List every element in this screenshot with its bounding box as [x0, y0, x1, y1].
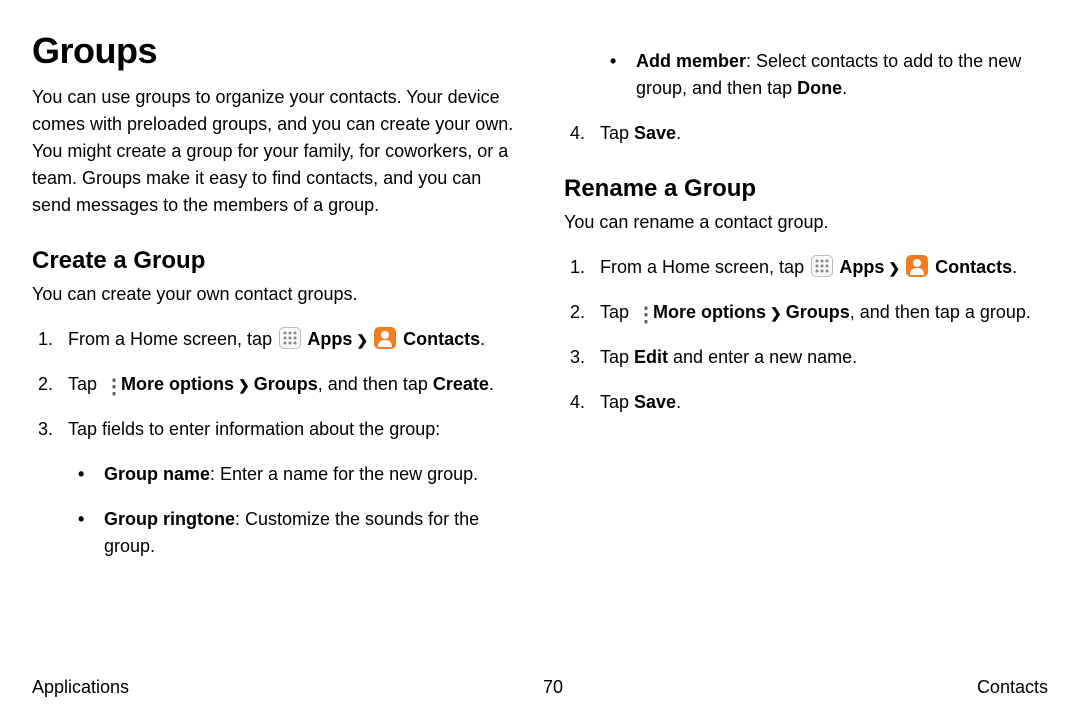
right-column: Add member: Select contacts to add to th… — [564, 30, 1048, 560]
bullet-group-ringtone: Group ringtone: Customize the sounds for… — [68, 506, 516, 560]
bullet-text: : Enter a name for the new group. — [210, 464, 478, 484]
more-options-icon — [636, 302, 646, 322]
edit-label: Edit — [634, 347, 668, 367]
footer-right: Contacts — [977, 677, 1048, 698]
chevron-right-icon: ❯ — [356, 332, 368, 348]
step-text: From a Home screen, tap — [600, 257, 809, 277]
chevron-right-icon: ❯ — [238, 377, 250, 393]
create-group-steps: From a Home screen, tap Apps❯ Contacts. … — [32, 326, 516, 560]
step-text: Tap — [600, 347, 634, 367]
step-text: Tap fields to enter information about th… — [68, 419, 440, 439]
contacts-icon — [906, 255, 928, 277]
bullet-label: Group name — [104, 464, 210, 484]
chevron-right-icon: ❯ — [888, 260, 900, 276]
step-text: , and then tap — [318, 374, 433, 394]
rename-group-heading: Rename a Group — [564, 175, 1048, 203]
groups-label: Groups — [786, 302, 850, 322]
apps-icon — [279, 327, 301, 349]
step-end: . — [676, 123, 681, 143]
apps-label: Apps — [303, 329, 352, 349]
footer-page-number: 70 — [543, 677, 563, 698]
contacts-label: Contacts — [930, 257, 1012, 277]
more-options-label: More options — [116, 374, 234, 394]
footer-left: Applications — [32, 677, 129, 698]
step-2: Tap More options❯Groups, and then tap Cr… — [32, 371, 516, 398]
step-text: From a Home screen, tap — [68, 329, 277, 349]
contacts-label: Contacts — [398, 329, 480, 349]
bullet-label: Add member — [636, 51, 746, 71]
step-3: Tap fields to enter information about th… — [32, 416, 516, 560]
save-label: Save — [634, 392, 676, 412]
bullet-add-member: Add member: Select contacts to add to th… — [600, 48, 1048, 102]
rename-step-2: Tap More options❯Groups, and then tap a … — [564, 299, 1048, 326]
step-4: Tap Save. — [564, 120, 1048, 147]
step-3-bullets-continued: Add member: Select contacts to add to th… — [564, 48, 1048, 102]
chevron-right-icon: ❯ — [770, 305, 782, 321]
step-1: From a Home screen, tap Apps❯ Contacts. — [32, 326, 516, 353]
done-label: Done — [797, 78, 842, 98]
more-options-icon — [104, 374, 114, 394]
create-group-subtitle: You can create your own contact groups. — [32, 281, 516, 308]
rename-step-4: Tap Save. — [564, 389, 1048, 416]
rename-step-3: Tap Edit and enter a new name. — [564, 344, 1048, 371]
content-columns: Groups You can use groups to organize yo… — [32, 30, 1048, 560]
step-end: . — [489, 374, 494, 394]
rename-group-steps: From a Home screen, tap Apps❯ Contacts. … — [564, 254, 1048, 416]
step-3-bullets: Group name: Enter a name for the new gro… — [68, 461, 516, 560]
bullet-end: . — [842, 78, 847, 98]
page-title: Groups — [32, 30, 516, 72]
step-text: Tap — [600, 123, 634, 143]
groups-label: Groups — [254, 374, 318, 394]
rename-group-subtitle: You can rename a contact group. — [564, 209, 1048, 236]
intro-paragraph: You can use groups to organize your cont… — [32, 84, 516, 219]
contacts-icon — [374, 327, 396, 349]
step-text: Tap — [68, 374, 102, 394]
page-footer: Applications 70 Contacts — [32, 677, 1048, 698]
bullet-group-name: Group name: Enter a name for the new gro… — [68, 461, 516, 488]
more-options-label: More options — [648, 302, 766, 322]
bullet-label: Group ringtone — [104, 509, 235, 529]
create-label: Create — [433, 374, 489, 394]
step-text: Tap — [600, 302, 634, 322]
create-group-steps-continued: Tap Save. — [564, 120, 1048, 147]
step-text: Tap — [600, 392, 634, 412]
left-column: Groups You can use groups to organize yo… — [32, 30, 516, 560]
step-end: . — [480, 329, 485, 349]
step-end: . — [1012, 257, 1017, 277]
step-end: , and then tap a group. — [850, 302, 1031, 322]
step-end: and enter a new name. — [668, 347, 857, 367]
apps-label: Apps — [835, 257, 884, 277]
create-group-heading: Create a Group — [32, 247, 516, 275]
save-label: Save — [634, 123, 676, 143]
step-end: . — [676, 392, 681, 412]
apps-icon — [811, 255, 833, 277]
rename-step-1: From a Home screen, tap Apps❯ Contacts. — [564, 254, 1048, 281]
